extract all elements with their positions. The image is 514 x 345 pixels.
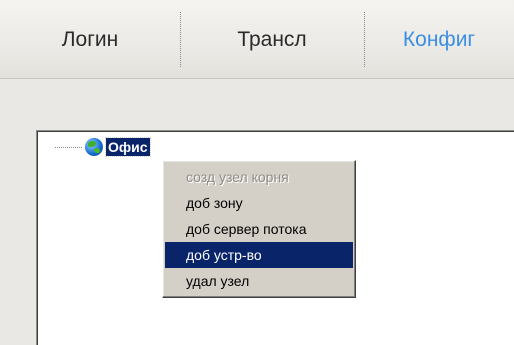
config-window: Логин Трансл Конфиг Офис созд узел корня… — [0, 0, 514, 345]
menu-item-delete-node[interactable]: удал узел — [165, 268, 353, 294]
tab-config[interactable]: Конфиг — [364, 0, 514, 79]
menu-item-add-device[interactable]: доб устр-во — [165, 242, 353, 268]
context-menu: созд узел корня доб зону доб сервер пото… — [162, 160, 356, 298]
tree-node-label[interactable]: Офис — [105, 137, 151, 157]
menu-item-add-stream-server[interactable]: доб сервер потока — [165, 216, 353, 242]
menu-item-create-root: созд узел корня — [186, 169, 289, 185]
tree-connector-line — [55, 146, 82, 148]
tree-node-office[interactable]: Офис — [55, 137, 151, 157]
tab-bar: Логин Трансл Конфиг — [0, 0, 514, 79]
tab-login-label: Логин — [61, 27, 119, 51]
tab-login[interactable]: Логин — [0, 0, 180, 79]
tab-config-label: Конфиг — [402, 27, 476, 51]
tab-transl[interactable]: Трансл — [180, 0, 364, 79]
globe-icon — [85, 138, 103, 156]
menu-item-add-zone[interactable]: доб зону — [165, 190, 353, 216]
tab-transl-label: Трансл — [237, 27, 307, 51]
